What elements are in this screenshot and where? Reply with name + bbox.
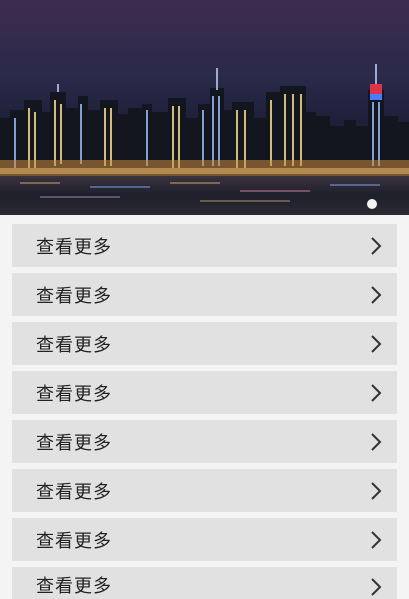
list-item[interactable]: 查看更多 bbox=[12, 469, 397, 512]
list-item[interactable]: 查看更多 bbox=[12, 322, 397, 365]
chevron-right-icon bbox=[371, 285, 382, 304]
city-skyline-image bbox=[0, 0, 409, 215]
list-item-label: 查看更多 bbox=[36, 285, 112, 307]
list-item-label: 查看更多 bbox=[36, 432, 112, 454]
list-item[interactable]: 查看更多 bbox=[12, 420, 397, 463]
list-item[interactable]: 查看更多 bbox=[12, 518, 397, 561]
chevron-right-icon bbox=[371, 481, 382, 500]
chevron-right-icon bbox=[371, 578, 382, 596]
list-item-label: 查看更多 bbox=[36, 334, 112, 356]
list-item[interactable]: 查看更多 bbox=[12, 567, 397, 599]
list-item-label: 查看更多 bbox=[36, 481, 112, 503]
chevron-right-icon bbox=[371, 236, 382, 255]
carousel-dot-active[interactable] bbox=[367, 199, 377, 209]
banner-carousel[interactable] bbox=[0, 0, 409, 215]
list-item-label: 查看更多 bbox=[36, 530, 112, 552]
chevron-right-icon bbox=[371, 432, 382, 451]
list-item-label: 查看更多 bbox=[36, 383, 112, 405]
list-item-label: 查看更多 bbox=[36, 576, 112, 597]
list-item-label: 查看更多 bbox=[36, 236, 112, 258]
list-item[interactable]: 查看更多 bbox=[12, 273, 397, 316]
chevron-right-icon bbox=[371, 334, 382, 353]
chevron-right-icon bbox=[371, 383, 382, 402]
chevron-right-icon bbox=[371, 530, 382, 549]
carousel-indicator[interactable] bbox=[367, 199, 377, 209]
list-item[interactable]: 查看更多 bbox=[12, 371, 397, 414]
list-item[interactable]: 查看更多 bbox=[12, 224, 397, 267]
